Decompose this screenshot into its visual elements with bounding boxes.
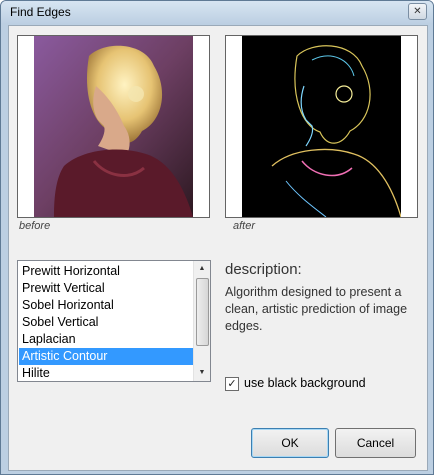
find-edges-dialog: Find Edges ✕ before after Prewitt Horizo…: [0, 0, 434, 475]
list-item[interactable]: Prewitt Vertical: [19, 280, 194, 297]
description-heading: description:: [225, 261, 302, 278]
dialog-title: Find Edges: [10, 5, 71, 19]
list-item[interactable]: Sobel Vertical: [19, 314, 194, 331]
list-item[interactable]: Laplacian: [19, 331, 194, 348]
close-icon: ✕: [413, 6, 422, 17]
scroll-down-icon[interactable]: ▼: [194, 365, 210, 381]
dialog-body: before after Prewitt Horizontal Prewitt …: [8, 25, 428, 471]
list-item[interactable]: Prewitt Horizontal: [19, 263, 194, 280]
ok-button[interactable]: OK: [251, 428, 329, 458]
close-button[interactable]: ✕: [408, 3, 427, 20]
before-caption: before: [19, 220, 51, 232]
list-item[interactable]: Hilite: [19, 365, 194, 381]
listbox-scrollbar[interactable]: ▲ ▼: [193, 261, 210, 381]
after-image: [242, 36, 401, 217]
before-image: [34, 36, 193, 217]
list-item-selected[interactable]: Artistic Contour: [19, 348, 194, 365]
after-preview: [225, 35, 418, 218]
title-bar[interactable]: Find Edges ✕: [1, 1, 433, 24]
black-background-label[interactable]: use black background: [244, 376, 366, 390]
cancel-button[interactable]: Cancel: [335, 428, 416, 458]
scroll-up-icon[interactable]: ▲: [194, 261, 210, 277]
after-caption: after: [233, 220, 256, 232]
black-background-checkbox[interactable]: ✓: [225, 377, 239, 391]
checkmark-icon: ✓: [227, 378, 237, 390]
description-text: Algorithm designed to present a clean, a…: [225, 285, 408, 333]
algorithm-listbox[interactable]: Prewitt Horizontal Prewitt Vertical Sobe…: [17, 260, 211, 382]
before-preview: [17, 35, 210, 218]
scroll-thumb[interactable]: [196, 278, 209, 346]
list-item[interactable]: Sobel Horizontal: [19, 297, 194, 314]
